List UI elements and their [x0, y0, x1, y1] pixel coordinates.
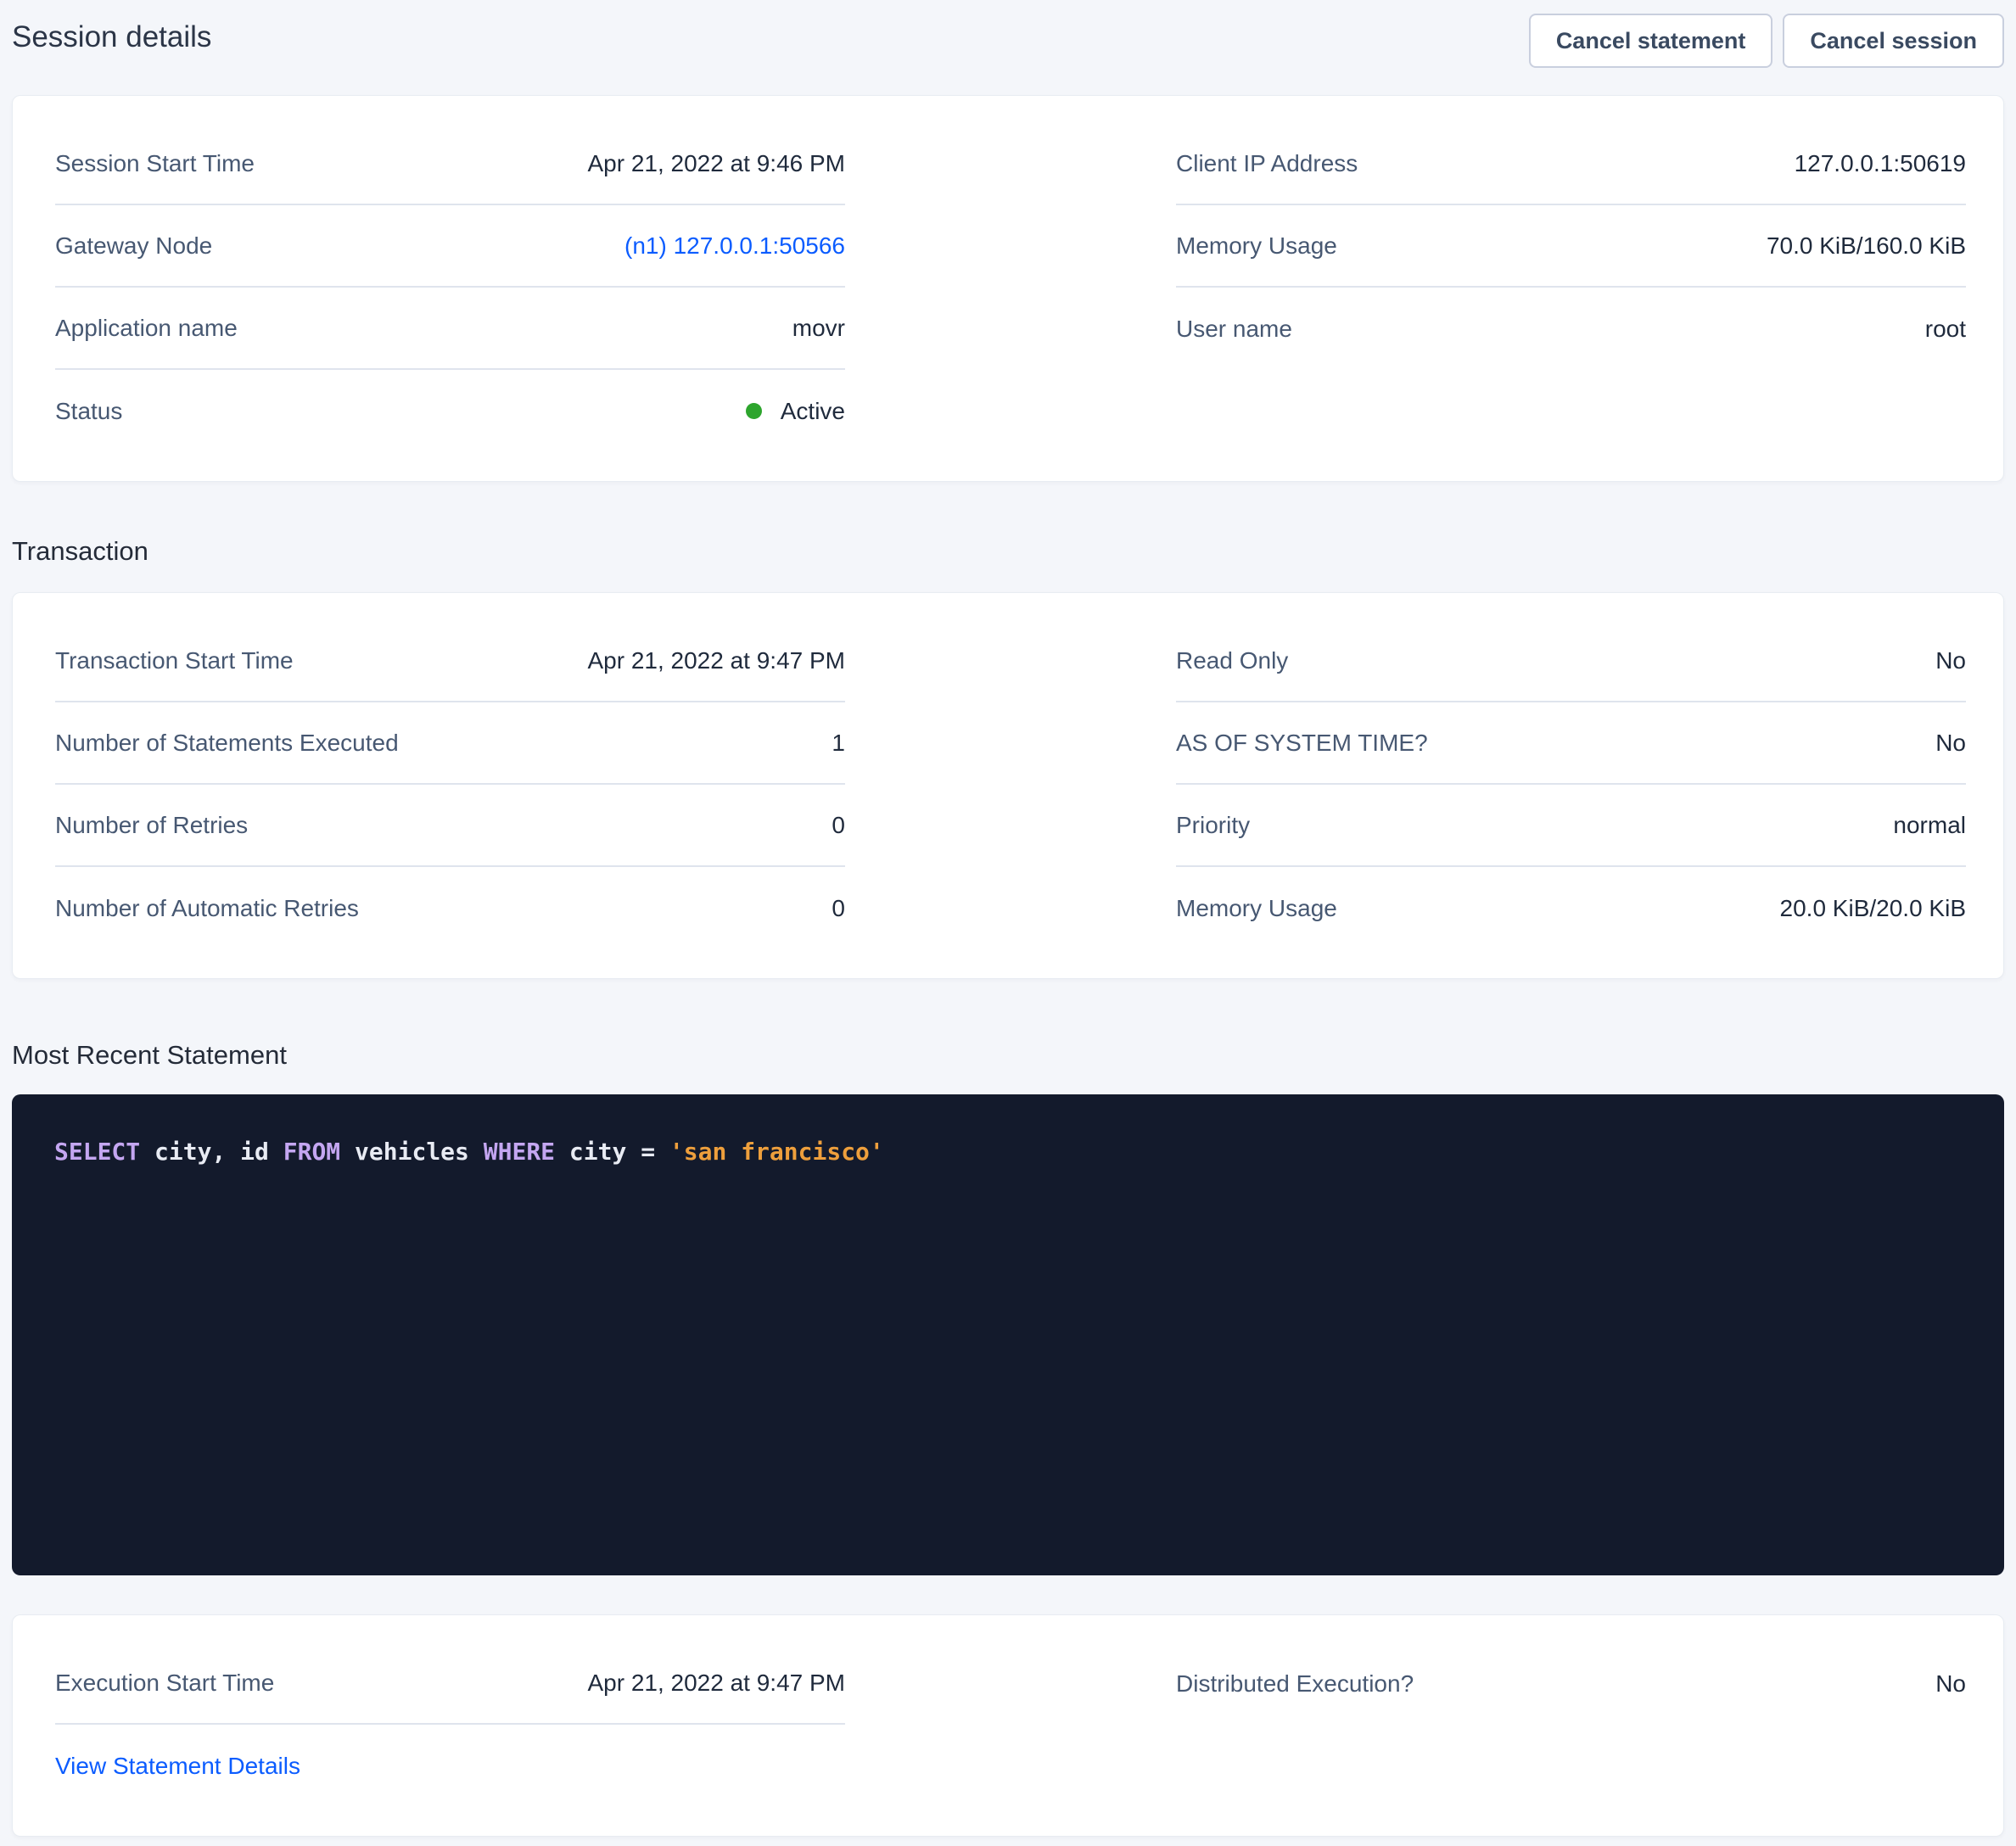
row-priority: Priority normal: [1176, 785, 1966, 867]
row-number-of-retries: Number of Retries 0: [55, 785, 845, 867]
execution-card-left-column: Execution Start Time Apr 21, 2022 at 9:4…: [55, 1642, 845, 1807]
row-transaction-start-time: Transaction Start Time Apr 21, 2022 at 9…: [55, 620, 845, 702]
sql-keyword: FROM: [283, 1138, 340, 1166]
row-client-ip-address: Client IP Address 127.0.0.1:50619: [1176, 123, 1966, 205]
execution-details-card: Execution Start Time Apr 21, 2022 at 9:4…: [12, 1614, 2004, 1837]
sql-keyword: SELECT: [54, 1138, 140, 1166]
row-transaction-memory-usage: Memory Usage 20.0 KiB/20.0 KiB: [1176, 867, 1966, 949]
session-start-time-value: Apr 21, 2022 at 9:46 PM: [587, 150, 845, 177]
sql-string-literal: 'san francisco': [669, 1138, 884, 1166]
read-only-label: Read Only: [1176, 647, 1288, 674]
sql-text: city =: [555, 1138, 669, 1166]
row-automatic-retries: Number of Automatic Retries 0: [55, 867, 845, 949]
sql-text: city, id: [140, 1138, 283, 1166]
priority-value: normal: [1893, 812, 1966, 839]
session-card-left-column: Session Start Time Apr 21, 2022 at 9:46 …: [55, 123, 845, 452]
status-value: Active: [781, 398, 845, 425]
transaction-card-right-column: Read Only No AS OF SYSTEM TIME? No Prior…: [1176, 620, 1966, 949]
row-read-only: Read Only No: [1176, 620, 1966, 702]
status-active-dot-icon: [746, 403, 762, 419]
sql-text: vehicles: [340, 1138, 484, 1166]
transaction-section-title: Transaction: [12, 536, 2004, 567]
row-application-name: Application name movr: [55, 288, 845, 370]
sql-statement: SELECT city, id FROM vehicles WHERE city…: [54, 1135, 1962, 1169]
gateway-node-label: Gateway Node: [55, 232, 212, 260]
transaction-memory-usage-value: 20.0 KiB/20.0 KiB: [1780, 895, 1966, 922]
gateway-node-link[interactable]: (n1) 127.0.0.1:50566: [624, 232, 845, 260]
row-view-statement-details: View Statement Details: [55, 1725, 845, 1807]
cancel-session-button[interactable]: Cancel session: [1783, 14, 2004, 68]
status-label: Status: [55, 398, 122, 425]
row-user-name: User name root: [1176, 288, 1966, 370]
application-name-value: movr: [792, 315, 845, 342]
header-actions: Cancel statement Cancel session: [1529, 14, 2004, 68]
most-recent-statement-title: Most Recent Statement: [12, 1040, 2004, 1071]
distributed-execution-label: Distributed Execution?: [1176, 1670, 1414, 1698]
number-of-retries-label: Number of Retries: [55, 812, 248, 839]
execution-card-right-column: Distributed Execution? No: [1176, 1642, 1966, 1807]
statements-executed-label: Number of Statements Executed: [55, 730, 399, 757]
read-only-value: No: [1935, 647, 1966, 674]
cancel-statement-button[interactable]: Cancel statement: [1529, 14, 1773, 68]
row-session-start-time: Session Start Time Apr 21, 2022 at 9:46 …: [55, 123, 845, 205]
automatic-retries-value: 0: [832, 895, 845, 922]
client-ip-label: Client IP Address: [1176, 150, 1358, 177]
row-statements-executed: Number of Statements Executed 1: [55, 702, 845, 785]
page-header: Session details Cancel statement Cancel …: [0, 0, 2016, 68]
application-name-label: Application name: [55, 315, 238, 342]
transaction-card: Transaction Start Time Apr 21, 2022 at 9…: [12, 592, 2004, 979]
automatic-retries-label: Number of Automatic Retries: [55, 895, 359, 922]
view-statement-details-link[interactable]: View Statement Details: [55, 1753, 300, 1780]
page-title: Session details: [12, 17, 211, 58]
number-of-retries-value: 0: [832, 812, 845, 839]
as-of-system-time-label: AS OF SYSTEM TIME?: [1176, 730, 1428, 757]
row-status: Status Active: [55, 370, 845, 452]
transaction-start-time-value: Apr 21, 2022 at 9:47 PM: [587, 647, 845, 674]
row-distributed-execution: Distributed Execution? No: [1176, 1642, 1966, 1725]
priority-label: Priority: [1176, 812, 1250, 839]
user-name-value: root: [1925, 316, 1966, 343]
transaction-card-left-column: Transaction Start Time Apr 21, 2022 at 9…: [55, 620, 845, 949]
as-of-system-time-value: No: [1935, 730, 1966, 757]
row-execution-start-time: Execution Start Time Apr 21, 2022 at 9:4…: [55, 1642, 845, 1725]
session-memory-usage-label: Memory Usage: [1176, 232, 1337, 260]
sql-keyword: WHERE: [484, 1138, 555, 1166]
statements-executed-value: 1: [832, 730, 845, 757]
transaction-memory-usage-label: Memory Usage: [1176, 895, 1337, 922]
session-memory-usage-value: 70.0 KiB/160.0 KiB: [1767, 232, 1966, 260]
session-details-card: Session Start Time Apr 21, 2022 at 9:46 …: [12, 95, 2004, 482]
user-name-label: User name: [1176, 316, 1292, 343]
execution-start-time-label: Execution Start Time: [55, 1670, 274, 1697]
row-session-memory-usage: Memory Usage 70.0 KiB/160.0 KiB: [1176, 205, 1966, 288]
distributed-execution-value: No: [1935, 1670, 1966, 1698]
session-card-right-column: Client IP Address 127.0.0.1:50619 Memory…: [1176, 123, 1966, 452]
status-badge: Active: [746, 398, 845, 425]
execution-start-time-value: Apr 21, 2022 at 9:47 PM: [587, 1670, 845, 1697]
client-ip-value: 127.0.0.1:50619: [1795, 150, 1966, 177]
transaction-start-time-label: Transaction Start Time: [55, 647, 294, 674]
sql-code-block: SELECT city, id FROM vehicles WHERE city…: [12, 1094, 2004, 1575]
session-start-time-label: Session Start Time: [55, 150, 255, 177]
row-as-of-system-time: AS OF SYSTEM TIME? No: [1176, 702, 1966, 785]
row-gateway-node: Gateway Node (n1) 127.0.0.1:50566: [55, 205, 845, 288]
